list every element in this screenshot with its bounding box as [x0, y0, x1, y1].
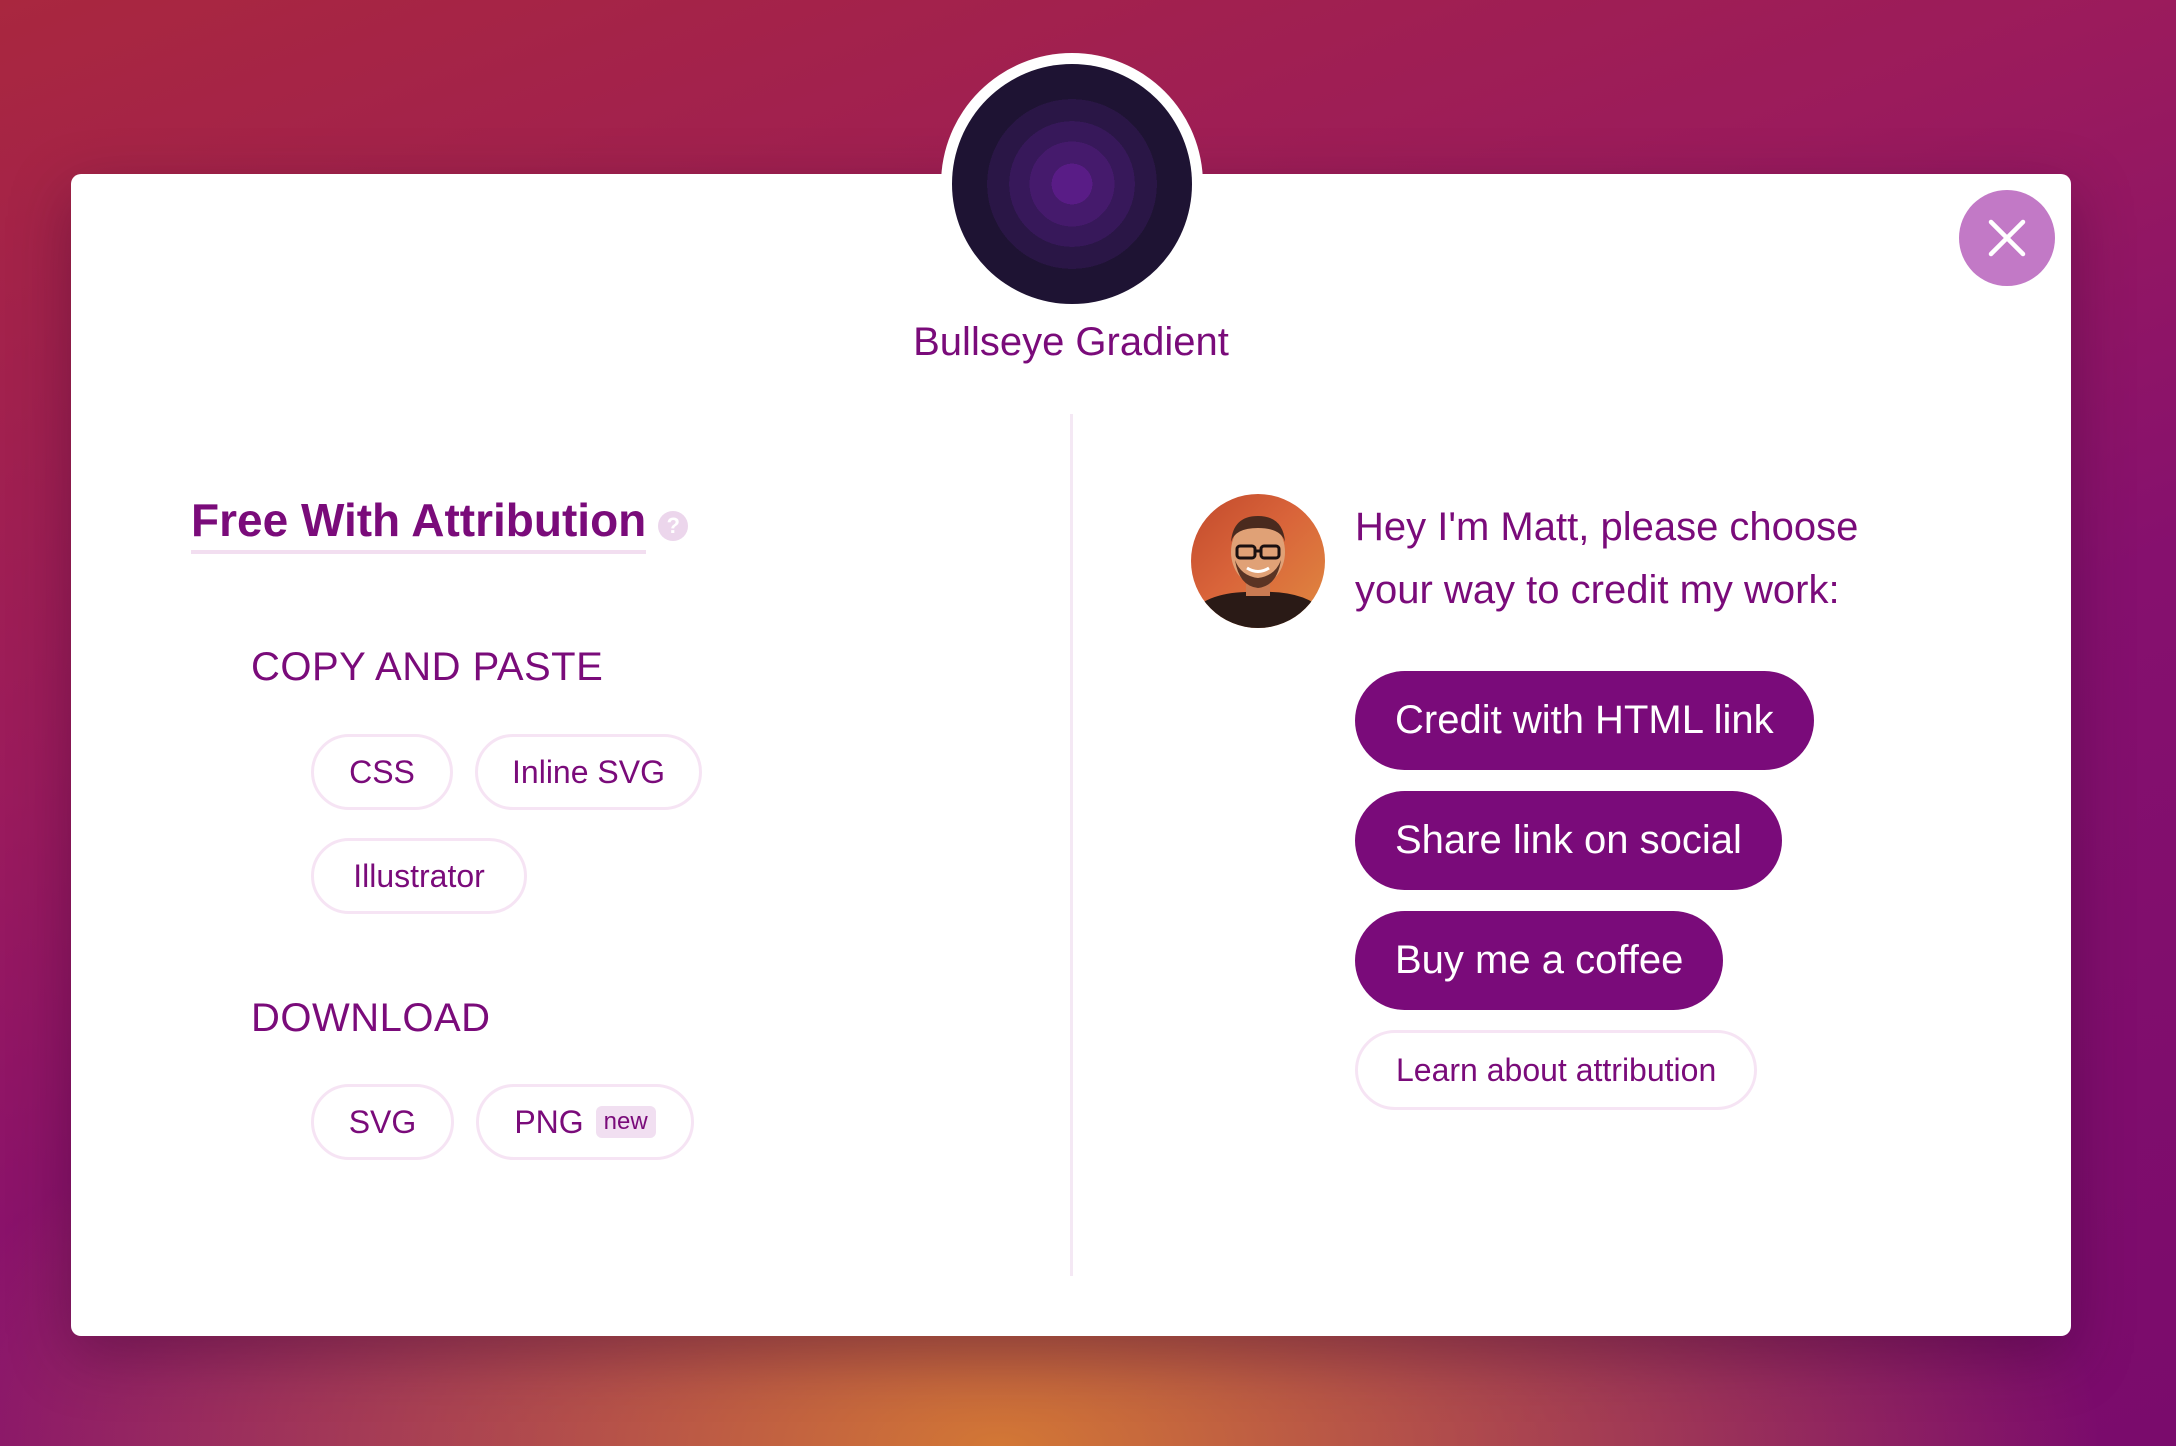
column-divider	[1070, 414, 1073, 1276]
copy-paste-title: COPY AND PASTE	[251, 645, 604, 689]
download-svg-button[interactable]: SVG	[311, 1084, 454, 1160]
credit-html-link-button[interactable]: Credit with HTML link	[1355, 671, 1814, 770]
attribution-heading: Free With Attribution ?	[191, 492, 689, 554]
help-icon[interactable]: ?	[658, 511, 689, 541]
author-avatar	[1191, 494, 1325, 628]
css-button-label: CSS	[349, 753, 415, 790]
new-badge: new	[595, 1106, 656, 1138]
bullseye-gradient-preview	[952, 64, 1192, 304]
gradient-title: Bullseye Gradient	[913, 320, 1229, 364]
illustrator-button-label: Illustrator	[353, 857, 485, 894]
css-button[interactable]: CSS	[311, 734, 453, 810]
author-intro: Hey I'm Matt, please choose your way to …	[1355, 505, 1859, 612]
attribution-heading-label[interactable]: Free With Attribution	[191, 492, 647, 554]
download-svg-button-label: SVG	[348, 1103, 417, 1140]
share-social-button[interactable]: Share link on social	[1355, 791, 1782, 890]
download-png-button-label: PNG	[514, 1103, 584, 1140]
buy-coffee-button[interactable]: Buy me a coffee	[1355, 911, 1724, 1010]
credit-html-link-label: Credit with HTML link	[1395, 698, 1774, 742]
inline-svg-button-label: Inline SVG	[512, 753, 665, 790]
download-png-button[interactable]: PNG new	[476, 1084, 694, 1160]
close-button[interactable]	[1959, 190, 2055, 286]
buy-coffee-label: Buy me a coffee	[1395, 938, 1684, 982]
share-social-label: Share link on social	[1395, 818, 1742, 862]
gradient-preview-frame	[941, 53, 1203, 315]
learn-attribution-label: Learn about attribution	[1396, 1051, 1717, 1088]
author-portrait-icon	[1191, 516, 1325, 628]
learn-attribution-button[interactable]: Learn about attribution	[1355, 1030, 1758, 1110]
download-title: DOWNLOAD	[251, 996, 491, 1040]
illustrator-button[interactable]: Illustrator	[311, 838, 527, 914]
close-icon	[1988, 219, 2026, 257]
inline-svg-button[interactable]: Inline SVG	[475, 734, 702, 810]
